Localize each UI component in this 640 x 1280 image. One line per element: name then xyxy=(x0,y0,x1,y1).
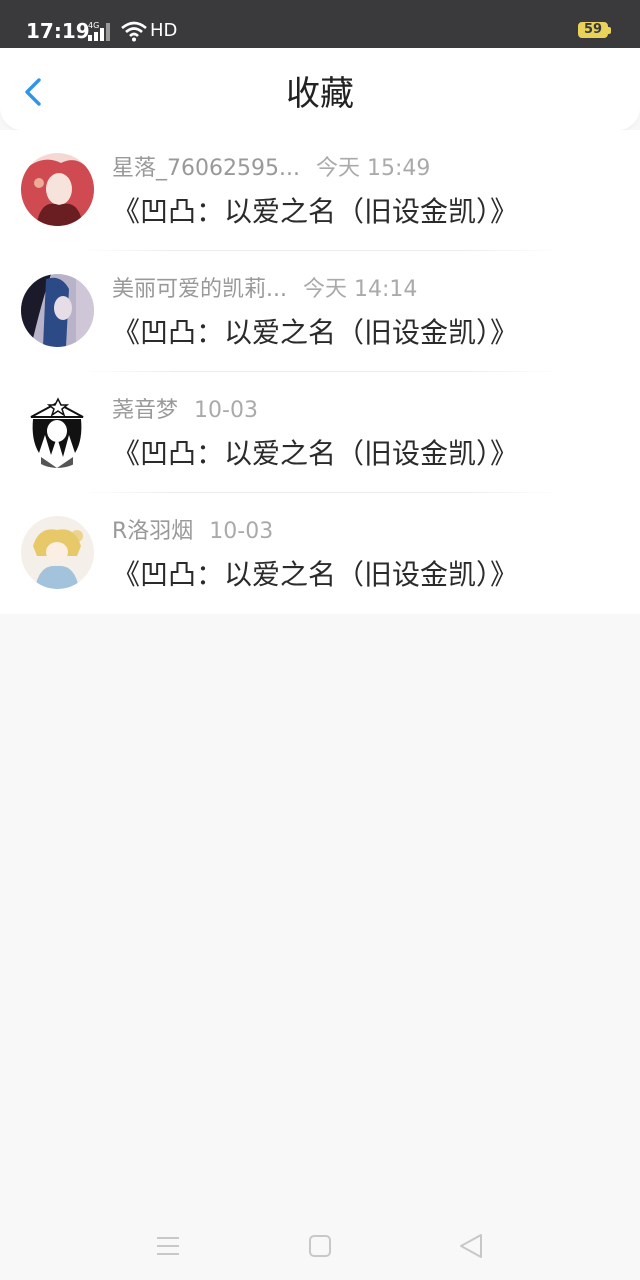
user-name[interactable]: 荛音梦 xyxy=(112,396,178,426)
favorites-list: 星落_76062595... 今天 15:49 《凹凸：以爱之名（旧设金凯）》 美… xyxy=(0,130,640,614)
item-title[interactable]: 《凹凸：以爱之名（旧设金凯）》 xyxy=(112,315,518,351)
network-type-label: 4G xyxy=(88,21,99,30)
list-item[interactable]: 荛音梦 10-03 《凹凸：以爱之名（旧设金凯）》 xyxy=(0,372,640,493)
battery-icon: 59 xyxy=(578,22,608,38)
item-meta: 美丽可爱的凯莉... 今天 14:14 xyxy=(112,275,417,305)
post-time: 10-03 xyxy=(209,519,274,544)
menu-icon[interactable] xyxy=(148,1226,188,1266)
avatar[interactable] xyxy=(21,153,94,226)
post-time: 今天 14:14 xyxy=(302,277,418,302)
avatar[interactable] xyxy=(21,274,94,347)
avatar-image xyxy=(21,395,94,468)
item-meta: 荛音梦 10-03 xyxy=(112,396,258,426)
avatar[interactable] xyxy=(21,395,94,468)
item-title[interactable]: 《凹凸：以爱之名（旧设金凯）》 xyxy=(112,557,518,593)
item-title[interactable]: 《凹凸：以爱之名（旧设金凯）》 xyxy=(112,194,518,230)
list-item[interactable]: 美丽可爱的凯莉... 今天 14:14 《凹凸：以爱之名（旧设金凯）》 xyxy=(0,251,640,372)
item-meta: 星落_76062595... 今天 15:49 xyxy=(112,154,430,184)
battery-tip xyxy=(608,27,611,34)
avatar-image xyxy=(21,516,94,589)
avatar-image xyxy=(21,274,94,347)
list-item[interactable]: R洛羽烟 10-03 《凹凸：以爱之名（旧设金凯）》 xyxy=(0,493,640,614)
wifi-icon xyxy=(121,21,147,42)
status-time: 17:19 xyxy=(26,19,90,43)
system-nav-bar xyxy=(0,1210,640,1280)
page-title: 收藏 xyxy=(286,74,354,114)
post-time: 10-03 xyxy=(194,398,258,423)
user-name[interactable]: R洛羽烟 xyxy=(112,517,193,547)
list-item[interactable]: 星落_76062595... 今天 15:49 《凹凸：以爱之名（旧设金凯）》 xyxy=(0,130,640,251)
nav-bar: 收藏 xyxy=(0,48,640,130)
status-bar: 17:19 4G HD 59 xyxy=(0,0,640,48)
favorites-screen: 17:19 4G HD 59 收藏 星落_76062595... 今天 15:4… xyxy=(0,0,640,1280)
user-name[interactable]: 星落_76062595... xyxy=(112,154,300,184)
hd-indicator: HD xyxy=(150,20,178,41)
item-meta: R洛羽烟 10-03 xyxy=(112,517,273,547)
battery-level: 59 xyxy=(583,22,603,37)
item-title[interactable]: 《凹凸：以爱之名（旧设金凯）》 xyxy=(112,436,518,472)
home-icon[interactable] xyxy=(300,1226,340,1266)
signal-icon: 4G xyxy=(88,21,110,41)
avatar[interactable] xyxy=(21,516,94,589)
avatar-image xyxy=(21,153,94,226)
post-time: 今天 15:49 xyxy=(315,156,431,181)
back-triangle-icon[interactable] xyxy=(452,1226,492,1266)
user-name[interactable]: 美丽可爱的凯莉... xyxy=(112,275,287,305)
